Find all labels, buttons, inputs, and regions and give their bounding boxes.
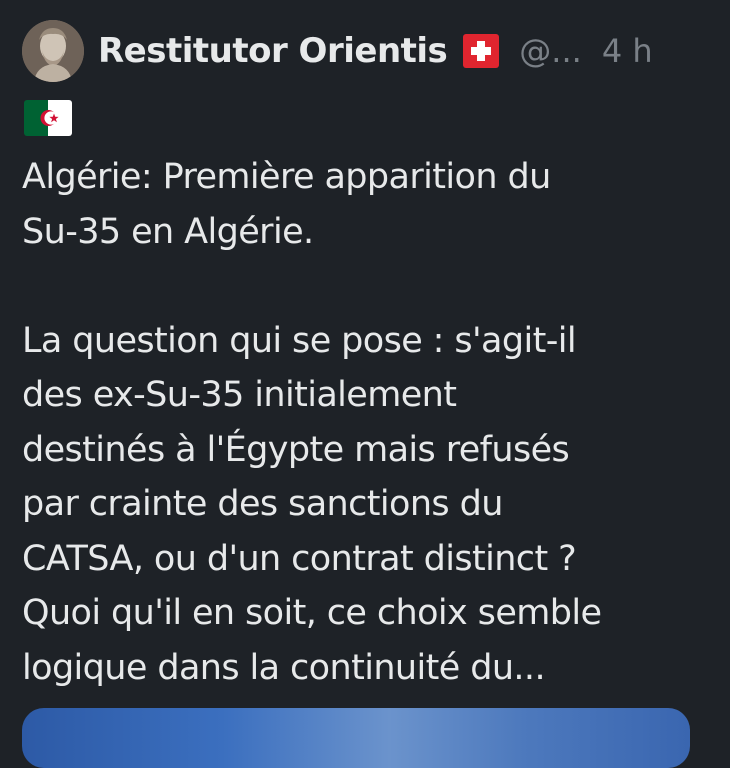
bust-portrait-icon: [22, 20, 84, 82]
tweet-text-line: par crainte des sanctions du: [22, 484, 503, 524]
tweet-timestamp[interactable]: 4 h: [602, 32, 653, 70]
tweet-text-line: destinés à l'Égypte mais refusés: [22, 429, 570, 470]
author-name[interactable]: Restitutor Orientis: [98, 31, 448, 71]
tweet-text-line: logique dans la continuité du...: [22, 647, 546, 688]
tweet-text-line: des ex-Su-35 initialement: [22, 375, 457, 415]
tweet-media-image[interactable]: [22, 708, 690, 768]
tweet-header: Restitutor Orientis @... 4 h: [98, 26, 653, 76]
tweet-text-line: Algérie: Première apparition du: [22, 157, 551, 197]
tweet-text-line: La question qui se pose : s'agit-il: [22, 320, 577, 361]
algeria-flag-icon: [24, 100, 72, 136]
tweet-text: Algérie: Première apparition du Su-35 en…: [22, 150, 712, 695]
avatar[interactable]: [22, 20, 84, 82]
tweet-text-line: CATSA, ou d'un contrat distinct ?: [22, 538, 577, 579]
author-handle[interactable]: @...: [519, 32, 582, 70]
tweet-text-line: Quoi qu'il en soit, ce choix semble: [22, 593, 602, 633]
tweet[interactable]: Restitutor Orientis @... 4 h Algérie: Pr…: [0, 0, 730, 768]
tweet-text-line: Su-35 en Algérie.: [22, 211, 314, 252]
swiss-flag-icon: [463, 34, 500, 68]
